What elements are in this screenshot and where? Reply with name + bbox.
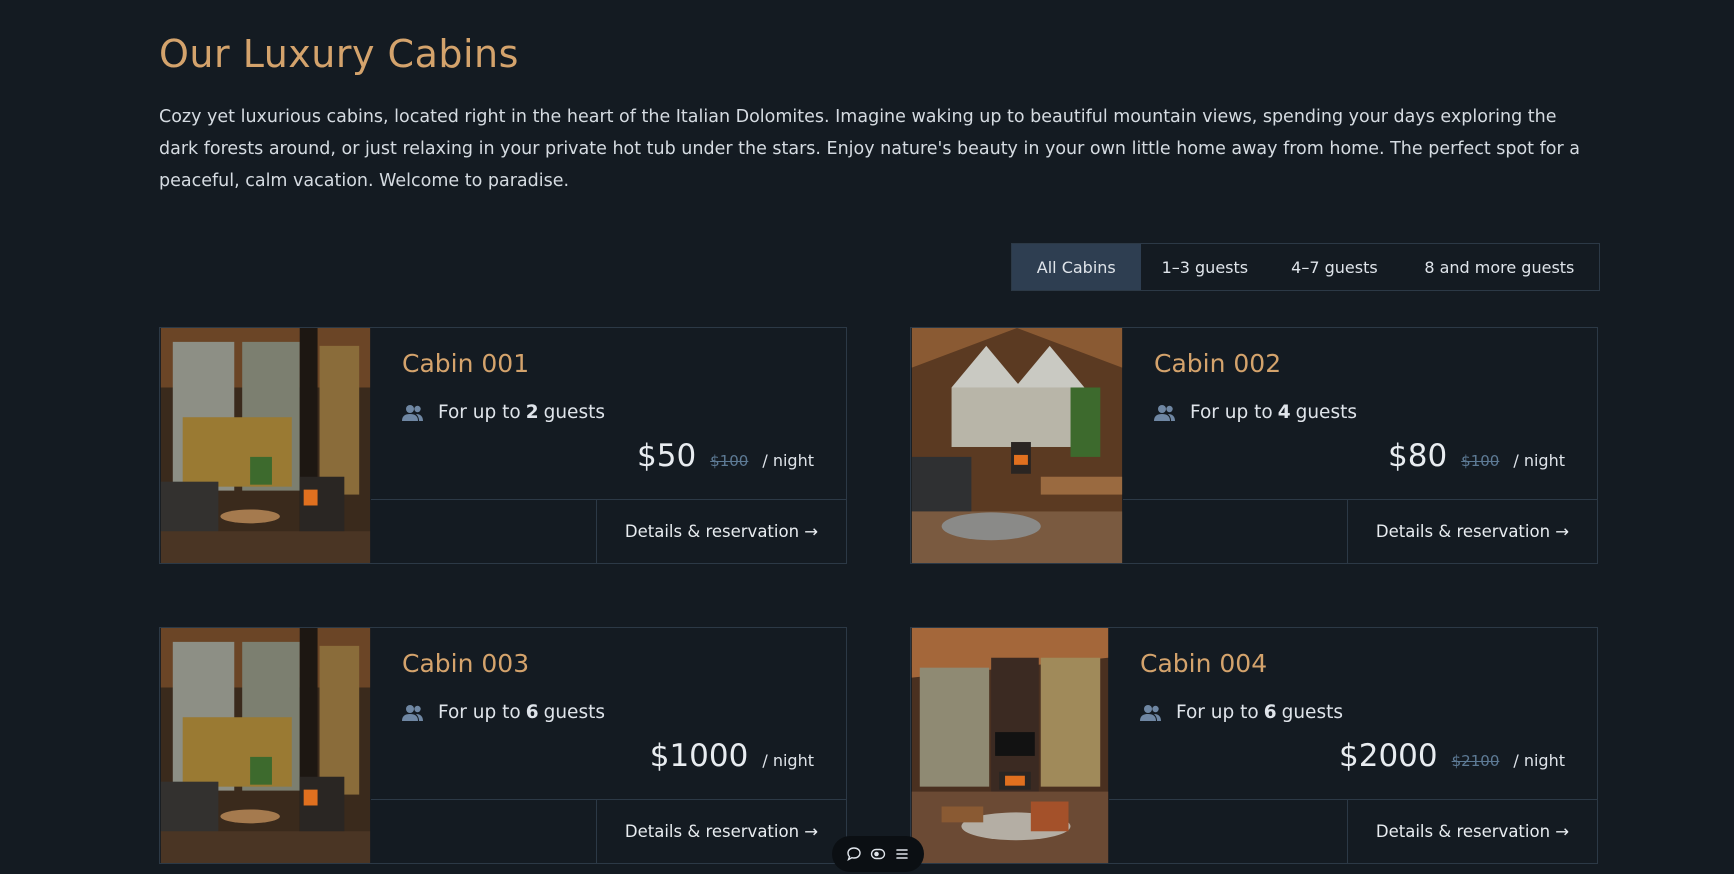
price-original: $2100 [1451,752,1500,770]
filter-8-plus-guests[interactable]: 8 and more guests [1400,244,1599,290]
details-reservation-button[interactable]: Details & reservation → [596,799,846,863]
capacity-count: 4 [1277,402,1291,423]
cabin-price: $50 $100 / night [637,438,814,474]
cabin-name: Cabin 004 [1140,649,1268,678]
cabin-photo [911,328,1123,563]
details-reservation-button[interactable]: Details & reservation → [1347,499,1597,563]
cabin-price: $2000 $2100 / night [1339,738,1565,774]
cabin-price: $1000 / night [650,738,814,774]
cabin-card: Cabin 003 For up to 6 guests $1000 / nig… [159,627,847,864]
capacity-count: 2 [525,402,539,423]
users-icon [402,704,423,721]
price-original: $100 [710,452,749,470]
users-icon [1154,404,1175,421]
cabin-price: $80 $100 / night [1388,438,1565,474]
cabin-photo [160,628,371,863]
price-amount: $1000 [649,738,749,774]
users-icon [1140,704,1161,721]
price-unit: / night [762,751,814,770]
filter-1-3-guests[interactable]: 1–3 guests [1141,244,1270,290]
users-icon [402,404,423,421]
cabin-photo [911,628,1109,863]
price-unit: / night [1513,751,1565,770]
cabin-card: Cabin 001 For up to 2 guests $50 $100 / … [159,327,847,564]
capacity-prefix: For up to [438,702,521,723]
capacity-count: 6 [1263,702,1277,723]
filter-all-cabins[interactable]: All Cabins [1012,244,1141,290]
price-original: $100 [1461,452,1500,470]
cabin-card: Cabin 004 For up to 6 guests $2000 $2100… [910,627,1598,864]
capacity-suffix: guests [1295,402,1357,423]
cabin-name: Cabin 003 [402,649,530,678]
filter-4-7-guests[interactable]: 4–7 guests [1269,244,1400,290]
capacity-suffix: guests [543,702,605,723]
cabin-name: Cabin 002 [1154,349,1282,378]
price-amount: $80 [1388,438,1448,474]
price-unit: / night [1513,451,1565,470]
price-amount: $2000 [1339,738,1438,774]
cabin-capacity: For up to 2 guests [402,402,605,423]
capacity-prefix: For up to [438,402,521,423]
cabin-card: Cabin 002 For up to 4 guests $80 $100 / … [910,327,1598,564]
capacity-prefix: For up to [1176,702,1259,723]
price-amount: $50 [637,438,697,474]
capacity-suffix: guests [543,402,605,423]
page-intro: Cozy yet luxurious cabins, located right… [159,107,1580,191]
menu-icon[interactable] [894,846,910,862]
cabin-photo [160,328,371,563]
details-reservation-button[interactable]: Details & reservation → [1347,799,1597,863]
dev-toolbar [832,836,924,872]
chat-icon[interactable] [846,846,862,862]
cabin-capacity: For up to 6 guests [1140,702,1343,723]
capacity-prefix: For up to [1190,402,1273,423]
details-reservation-button[interactable]: Details & reservation → [596,499,846,563]
page-title: Our Luxury Cabins [159,32,519,76]
guest-filter: All Cabins 1–3 guests 4–7 guests 8 and m… [1011,243,1600,291]
capacity-count: 6 [525,702,539,723]
capacity-suffix: guests [1281,702,1343,723]
cabin-capacity: For up to 4 guests [1154,402,1357,423]
eye-toggle-icon[interactable] [870,846,886,862]
price-unit: / night [762,451,814,470]
cabin-capacity: For up to 6 guests [402,702,605,723]
cabin-name: Cabin 001 [402,349,530,378]
